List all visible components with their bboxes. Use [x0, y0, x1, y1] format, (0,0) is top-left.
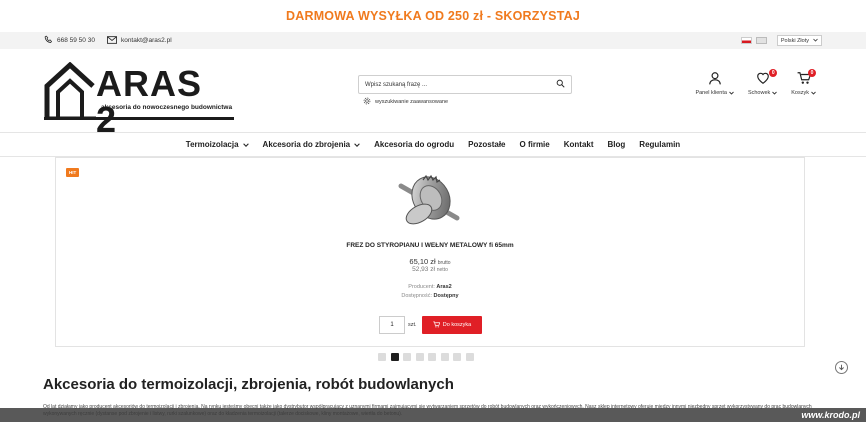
cart-count-badge: 0: [808, 69, 816, 77]
product-card[interactable]: HIT FREZ DO STYROPIANU I WEŁNY METALOWY …: [55, 157, 805, 347]
quantity-unit: szt.: [408, 322, 417, 328]
nav-item-7[interactable]: Regulamin: [639, 140, 680, 149]
wishlist-label: Schowek: [747, 90, 778, 96]
customer-panel-button[interactable]: Panel klienta: [695, 71, 734, 96]
slider-dots: [378, 353, 474, 361]
mail-icon: [106, 35, 117, 46]
search-input[interactable]: Wpisz szukaną frazę ...: [365, 82, 556, 88]
phone-contact[interactable]: 668 59 50 30: [44, 35, 95, 46]
product-image[interactable]: [397, 166, 463, 232]
producer-value: Aras2: [436, 284, 452, 290]
promo-text[interactable]: DARMOWA WYSYŁKA OD 250 zł - SKORZYSTAJ: [286, 9, 580, 23]
nav-item-label: Regulamin: [639, 140, 681, 149]
nav-item-6[interactable]: Blog: [608, 140, 626, 149]
chevron-down-icon: [354, 142, 360, 147]
nav-item-4[interactable]: O firmie: [520, 140, 550, 149]
nav-item-label: O firmie: [519, 140, 550, 149]
product-name[interactable]: FREZ DO STYROPIANU I WEŁNY METALOWY fi 6…: [56, 242, 804, 249]
price-net: 52,93 zł netto: [56, 266, 804, 273]
slider-dot[interactable]: [403, 353, 411, 361]
site-header: ARAS 2 akcesoria do nowoczesnego budowni…: [0, 49, 866, 137]
chevron-down-icon: [813, 38, 818, 44]
watermark-bar: [0, 408, 866, 422]
slider-dot[interactable]: [440, 353, 449, 361]
cart-text: Koszyk: [791, 90, 809, 96]
availability-row: Dostępność: Dostępny: [56, 293, 804, 299]
phone-number[interactable]: 668 59 50 30: [57, 37, 95, 44]
chevron-down-icon: [242, 142, 249, 147]
producer-label: Producent:: [408, 284, 435, 290]
add-to-cart-label: Do koszyka: [442, 322, 472, 328]
cart-icon: [433, 321, 440, 330]
price-gross: 65,10 zł brutto: [56, 257, 804, 266]
price-net-value: 52,93 zł: [412, 266, 435, 273]
account-icons: Panel klienta 0 Schowek 0 Koszyk: [695, 69, 816, 96]
customer-panel-text: Panel klienta: [695, 90, 727, 96]
currency-select[interactable]: Polski Złoty: [776, 35, 822, 46]
search-icon[interactable]: [556, 79, 565, 90]
top-bar: 668 59 50 30 kontakt@aras2.pl Polski Zło…: [0, 32, 866, 49]
customer-panel-label: Panel klienta: [695, 90, 734, 96]
wishlist-text: Schowek: [747, 90, 771, 96]
cart-label: Koszyk: [791, 90, 816, 96]
slider-dot[interactable]: [415, 353, 424, 361]
wishlist-count-badge: 0: [769, 69, 778, 77]
nav-item-2[interactable]: Akcesoria do ogrodu: [374, 140, 454, 149]
promo-banner[interactable]: DARMOWA WYSYŁKA OD 250 zł - SKORZYSTAJ: [0, 0, 866, 32]
nav-item-label: Termoizolacja: [185, 140, 239, 149]
flag-en-icon[interactable]: [755, 37, 767, 44]
nav-item-3[interactable]: Pozostałe: [468, 140, 505, 149]
flag-pl-icon[interactable]: [740, 37, 752, 44]
slider-dot[interactable]: [453, 353, 461, 361]
phone-icon: [44, 35, 53, 46]
availability-value: Dostępny: [433, 293, 459, 299]
slider-dot[interactable]: [378, 353, 386, 361]
advanced-search-link[interactable]: wyszukiwanie zaawansowane: [363, 97, 448, 107]
watermark: www.krodo.pl: [801, 410, 860, 420]
price-gross-value: 65,10 zł: [409, 257, 436, 266]
quantity-input[interactable]: 1: [379, 316, 405, 334]
nav-item-5[interactable]: Kontakt: [564, 140, 594, 149]
nav-item-label: Pozostałe: [468, 140, 506, 149]
logo-tagline: akcesoria do nowoczesnego budownictwa: [101, 103, 233, 111]
email-contact[interactable]: kontakt@aras2.pl: [106, 35, 172, 46]
heart-icon: [756, 71, 770, 87]
wishlist-button[interactable]: 0 Schowek: [747, 69, 778, 96]
producer-row: Producent: Aras2: [56, 284, 804, 290]
search-box[interactable]: Wpisz szukaną frazę ...: [358, 75, 572, 94]
hit-badge: HIT: [66, 168, 80, 177]
nav-item-label: Kontakt: [563, 140, 594, 149]
slider-dot[interactable]: [390, 353, 399, 361]
chevron-down-icon: [772, 91, 778, 95]
cart-button[interactable]: 0 Koszyk: [791, 69, 816, 96]
chevron-down-icon: [729, 91, 734, 95]
add-to-cart-button[interactable]: Do koszyka: [422, 316, 482, 334]
gear-icon: [363, 97, 371, 107]
arrow-down-icon: [839, 364, 844, 371]
nav-item-label: Akcesoria do ogrodu: [374, 140, 455, 149]
section-title: Akcesoria do termoizolacji, zbrojenia, r…: [43, 376, 454, 393]
advanced-search-label[interactable]: wyszukiwanie zaawansowane: [375, 99, 448, 105]
slider-dot[interactable]: [465, 353, 474, 361]
availability-label: Dostępność:: [401, 293, 432, 299]
nav-item-label: Akcesoria do zbrojenia: [262, 140, 351, 149]
slider-dot[interactable]: [428, 353, 436, 361]
logo-brand: ARAS 2: [96, 62, 203, 140]
nav-item-label: Blog: [607, 140, 626, 149]
site-logo[interactable]: ARAS 2 akcesoria do nowoczesnego budowni…: [44, 61, 234, 137]
currency-value: Polski Złoty: [780, 37, 809, 44]
scroll-down-button[interactable]: [835, 361, 848, 374]
user-icon: [708, 71, 722, 87]
email-address[interactable]: kontakt@aras2.pl: [121, 37, 172, 44]
price-net-label: netto: [436, 267, 448, 273]
nav-item-1[interactable]: Akcesoria do zbrojenia: [263, 140, 361, 149]
nav-item-0[interactable]: Termoizolacja: [186, 140, 249, 149]
chevron-down-icon: [811, 91, 816, 95]
